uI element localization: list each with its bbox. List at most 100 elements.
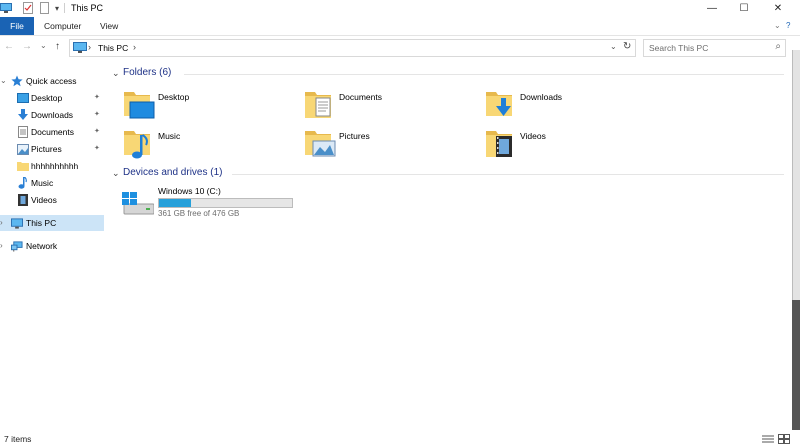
details-view-icon[interactable] (762, 434, 774, 444)
sidebar-item-desktop[interactable]: Desktop ✦ (0, 90, 104, 106)
collapse-chevron-icon[interactable]: ⌄ (112, 168, 120, 179)
breadcrumb[interactable]: This PC (98, 43, 128, 53)
download-arrow-icon (17, 109, 29, 121)
folders-group-header[interactable]: ⌄ Folders (6) (112, 67, 784, 81)
expand-chevron-icon[interactable]: ⌄ (0, 76, 7, 85)
drive-usage-fill (159, 199, 191, 207)
folder-label: Documents (339, 92, 382, 102)
customize-toolbar-icon[interactable]: ▾ (53, 2, 61, 14)
pictures-folder-icon (305, 131, 336, 157)
document-icon (17, 126, 29, 138)
title-bar: ▾ This PC — ☐ ✕ (0, 0, 800, 16)
drive-name: Windows 10 (C:) (158, 186, 221, 196)
drive-free-space: 361 GB free of 476 GB (158, 209, 240, 218)
background-window-edge (792, 300, 800, 430)
group-divider (184, 74, 784, 75)
sidebar-item-hhhhhhhhhh[interactable]: hhhhhhhhhh (0, 158, 104, 174)
sidebar-item-label: Music (31, 178, 54, 188)
expand-chevron-icon[interactable]: › (0, 218, 3, 227)
title-separator (64, 3, 65, 13)
minimize-button[interactable]: — (696, 0, 728, 16)
pin-icon: ✦ (94, 145, 100, 152)
folder-tile-documents[interactable]: Documents (301, 86, 471, 126)
recent-locations-button[interactable]: ⌄ (40, 41, 47, 50)
sidebar-item-network[interactable]: › Network (0, 238, 104, 254)
drive-tile-c[interactable]: Windows 10 (C:) 361 GB free of 476 GB (118, 186, 318, 226)
forward-button[interactable]: → (22, 41, 32, 52)
tab-file[interactable]: File (0, 17, 34, 35)
drive-usage-bar (158, 198, 293, 208)
computer-icon (73, 42, 87, 55)
folder-label: Videos (520, 131, 546, 141)
film-icon (17, 194, 29, 206)
hard-drive-icon (122, 192, 154, 215)
folder-tile-pictures[interactable]: Pictures (301, 125, 471, 165)
help-icon[interactable]: ? (786, 21, 790, 30)
navigation-pane: ⌄ Quick access Desktop ✦ Downloads ✦ Doc… (0, 66, 104, 426)
computer-icon[interactable] (0, 2, 12, 14)
folder-label: Downloads (520, 92, 563, 102)
sidebar-item-label: Videos (31, 195, 57, 205)
ribbon: File Computer View ⌄ ? (0, 17, 800, 36)
breadcrumb-chevron-icon[interactable]: › (133, 42, 136, 52)
address-dropdown-icon[interactable]: ⌄ (610, 42, 617, 51)
folder-tile-videos[interactable]: Videos (482, 125, 652, 165)
background-window-edge (792, 50, 800, 300)
properties-icon[interactable] (22, 2, 34, 14)
pin-icon: ✦ (94, 94, 100, 101)
new-folder-icon[interactable] (39, 2, 49, 14)
downloads-folder-icon (486, 92, 512, 116)
expand-chevron-icon[interactable]: › (0, 241, 3, 250)
tab-view[interactable]: View (100, 21, 118, 31)
devices-group-header[interactable]: ⌄ Devices and drives (1) (112, 167, 784, 181)
folder-tile-desktop[interactable]: Desktop (120, 86, 290, 126)
music-folder-icon (124, 131, 150, 159)
pictures-icon (17, 143, 29, 155)
desktop-folder-icon (124, 92, 155, 119)
network-icon (11, 240, 23, 252)
collapse-chevron-icon[interactable]: ⌄ (112, 68, 120, 79)
up-button[interactable]: ↑ (55, 41, 60, 52)
sidebar-item-label: hhhhhhhhhh (31, 161, 79, 171)
maximize-button[interactable]: ☐ (728, 0, 760, 16)
refresh-icon[interactable]: ↻ (623, 41, 631, 52)
sidebar-item-this-pc[interactable]: › This PC (0, 215, 104, 231)
computer-icon (11, 217, 23, 229)
folder-tile-downloads[interactable]: Downloads (482, 86, 652, 126)
ribbon-expand-icon[interactable]: ⌄ (774, 21, 781, 30)
sidebar-item-label: This PC (26, 218, 57, 228)
search-icon[interactable]: ⌕ (775, 41, 781, 52)
videos-folder-icon (486, 131, 512, 157)
sidebar-item-label: Downloads (31, 110, 74, 120)
search-input[interactable]: Search This PC ⌕ (643, 39, 786, 57)
sidebar-item-documents[interactable]: Documents ✦ (0, 124, 104, 140)
group-divider (232, 174, 784, 175)
star-icon (11, 75, 23, 87)
address-row: ← → ⌄ ↑ › This PC › ⌄ ↻ Search This PC ⌕ (0, 38, 800, 58)
sidebar-item-downloads[interactable]: Downloads ✦ (0, 107, 104, 123)
folder-label: Music (158, 131, 181, 141)
sidebar-item-label: Desktop (31, 93, 63, 103)
folders-group-title: Folders (6) (123, 67, 172, 78)
search-placeholder: Search This PC (649, 43, 709, 53)
close-button[interactable]: ✕ (762, 0, 794, 16)
sidebar-item-videos[interactable]: Videos (0, 192, 104, 208)
sidebar-item-pictures[interactable]: Pictures ✦ (0, 141, 104, 157)
sidebar-item-music[interactable]: Music (0, 175, 104, 191)
folder-icon (17, 160, 29, 172)
sidebar-item-quick-access[interactable]: ⌄ Quick access (0, 73, 104, 89)
large-icons-view-icon[interactable] (778, 434, 790, 444)
breadcrumb-chevron-icon[interactable]: › (88, 42, 91, 52)
address-bar[interactable]: › This PC › ⌄ ↻ (69, 39, 636, 57)
back-button[interactable]: ← (4, 41, 14, 52)
tab-computer[interactable]: Computer (44, 21, 81, 31)
folder-label: Pictures (339, 131, 370, 141)
sidebar-item-label: Documents (31, 127, 74, 137)
folder-tile-music[interactable]: Music (120, 125, 290, 165)
desktop-icon (17, 92, 29, 104)
item-count: 7 items (4, 434, 32, 444)
pin-icon: ✦ (94, 111, 100, 118)
status-bar: 7 items (0, 432, 800, 447)
window-title: This PC (71, 3, 104, 13)
sidebar-item-label: Quick access (26, 76, 77, 86)
